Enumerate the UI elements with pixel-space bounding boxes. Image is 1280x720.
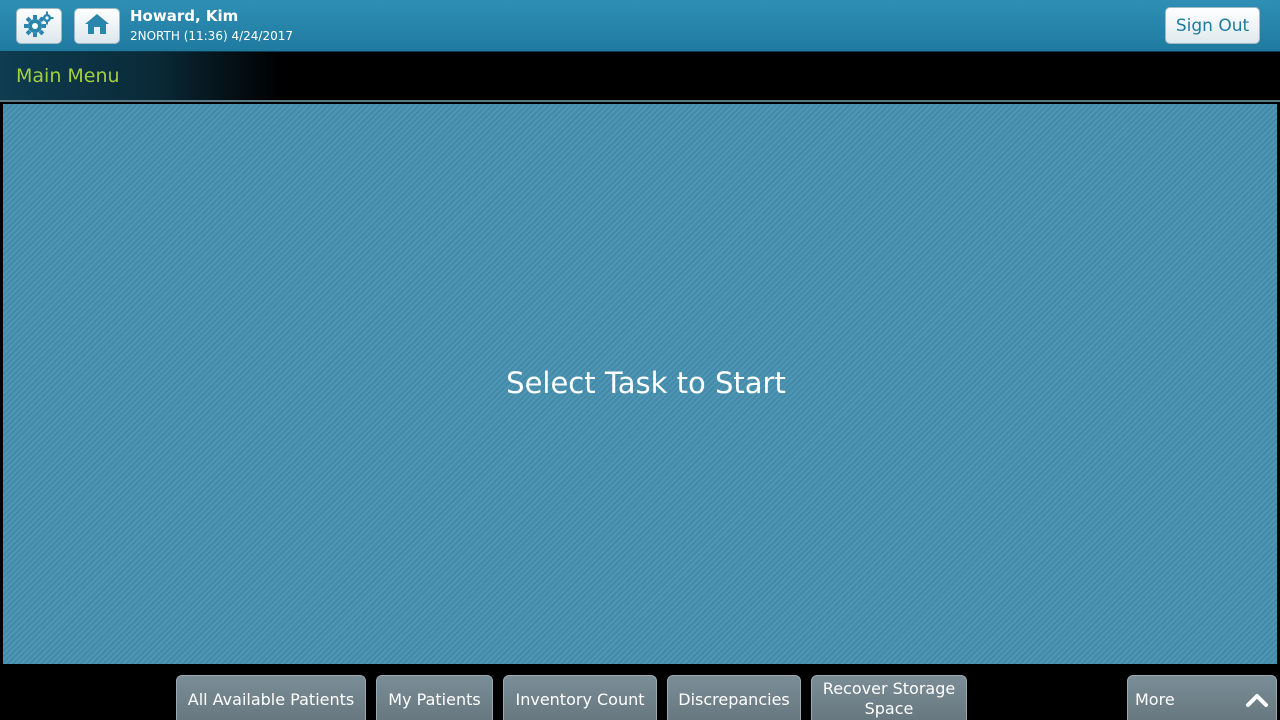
chevron-up-icon [1246,692,1268,712]
home-icon [84,12,110,40]
home-button[interactable] [74,8,120,44]
title-bar: Main Menu [0,52,1280,102]
recover-storage-space-button[interactable]: Recover Storage Space [811,675,967,720]
task-toolbar: All Available Patients My Patients Inven… [0,666,1280,720]
main-content: Select Task to Start [3,104,1277,664]
task-prompt: Select Task to Start [506,366,786,400]
user-name: Howard, Kim [130,7,239,25]
session-info: 2NORTH (11:36) 4/24/2017 [130,29,293,43]
sign-out-button[interactable]: Sign Out [1165,7,1260,44]
discrepancies-button[interactable]: Discrepancies [667,675,801,720]
more-button[interactable]: More [1127,675,1277,720]
page-title: Main Menu [16,65,120,87]
settings-button[interactable] [16,8,62,44]
all-available-patients-button[interactable]: All Available Patients [176,675,366,720]
my-patients-button[interactable]: My Patients [376,675,493,720]
inventory-count-button[interactable]: Inventory Count [503,675,657,720]
top-header: Howard, Kim 2NORTH (11:36) 4/24/2017 Sig… [0,0,1280,52]
more-label: More [1135,689,1175,709]
gear-icon [23,10,55,42]
